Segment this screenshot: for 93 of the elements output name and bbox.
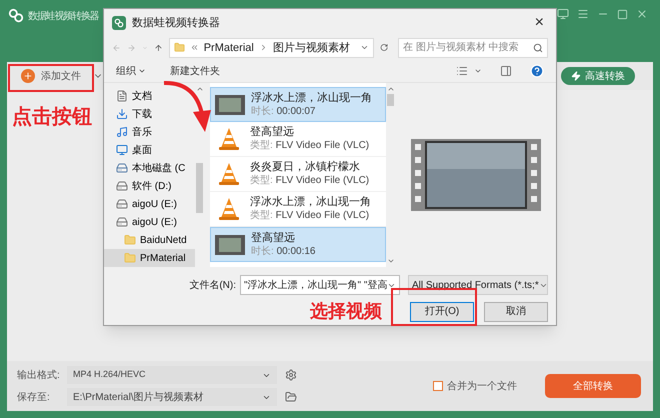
download-icon: [116, 108, 128, 120]
file-name: 炎炎夏日，冰镇柠檬水: [250, 160, 361, 174]
nav-label: aigoU (E:): [132, 198, 178, 212]
file-detail: 类型: FLV Video File (VLC): [250, 174, 370, 188]
nav-item[interactable]: 软件 (D:): [104, 177, 195, 195]
new-folder-button[interactable]: 新建文件夹: [170, 64, 220, 79]
drive-icon: [116, 216, 128, 228]
field-label: 输出格式:: [17, 368, 61, 382]
cancel-button[interactable]: 取消: [484, 302, 548, 322]
nav-item[interactable]: 本地磁盘 (C: [104, 159, 195, 177]
traffic-cone-icon: [218, 197, 240, 221]
annotation-text: 点击按钮: [12, 106, 92, 128]
lightning-icon: [571, 71, 581, 81]
file-name: 登高望远: [250, 125, 295, 139]
traffic-cone-icon: [218, 162, 240, 186]
search-icon[interactable]: [533, 42, 544, 53]
checkbox[interactable]: [433, 381, 443, 391]
nav-label: PrMaterial: [140, 252, 186, 266]
breadcrumb-item[interactable]: 图片与视频素材: [272, 40, 350, 56]
address-bar[interactable]: PrMaterial 图片与视频素材: [168, 38, 374, 58]
scrollbar-thumb[interactable]: [196, 163, 203, 213]
file-item[interactable]: 炎炎夏日，冰镇柠檬水 类型: FLV Video File (VLC): [210, 157, 386, 192]
file-name: 浮冰水上漂，冰山现一角: [251, 90, 372, 104]
logo-icon: [8, 8, 24, 24]
nav-item[interactable]: 音乐: [104, 123, 195, 141]
folder-icon: [124, 234, 136, 246]
nav-label: 音乐: [132, 126, 152, 140]
dialog-title: 数据蛙视频转换器: [132, 16, 220, 31]
refresh-icon[interactable]: [380, 42, 388, 54]
monitor-icon: [116, 144, 128, 156]
search-field[interactable]: 在 图片与视频素材 中搜索: [398, 38, 548, 58]
file-item[interactable]: 登高望远 时长: 00:00:16: [210, 227, 386, 262]
nav-item[interactable]: aigoU (E:): [104, 195, 195, 213]
preview-pane-icon[interactable]: [500, 65, 512, 78]
double-chevron-icon[interactable]: [190, 43, 199, 52]
close-icon[interactable]: [636, 8, 648, 20]
file-name: 浮冰水上漂，冰山现一角: [250, 195, 371, 209]
nav-label: 下载: [132, 108, 152, 122]
file-item[interactable]: 登高望远 类型: FLV Video File (VLC): [210, 122, 386, 157]
nav-label: BaiduNetd: [140, 234, 187, 248]
curved-arrow: [164, 81, 211, 132]
nav-item[interactable]: 桌面: [104, 141, 195, 159]
nav-item[interactable]: 下载: [104, 105, 195, 123]
save-path-dropdown[interactable]: E:\PrMaterial\图片与视频素材: [67, 388, 277, 406]
file-name-label: 文件名(N):: [189, 278, 236, 292]
scroll-up-icon[interactable]: [196, 85, 204, 93]
nav-label: 文档: [132, 90, 152, 104]
field-label: 保存至:: [17, 390, 51, 404]
nav-label: 桌面: [132, 144, 152, 158]
video-thumbnail-icon: [215, 234, 245, 254]
checkbox-label: 合并为一个文件: [447, 380, 517, 394]
fast-convert-button[interactable]: 高速转换: [561, 67, 635, 85]
music-note-icon: [116, 126, 128, 138]
nav-item[interactable]: aigoU (E:): [104, 213, 195, 231]
logo-icon: [112, 16, 126, 30]
nav-item[interactable]: 文档: [104, 87, 195, 105]
app-title: 数据蛙视频转换器: [28, 10, 98, 24]
nav-label: 软件 (D:): [132, 180, 172, 194]
breadcrumb-item[interactable]: PrMaterial: [204, 40, 254, 56]
file-detail: 类型: FLV Video File (VLC): [250, 209, 370, 223]
drive-icon: [116, 198, 128, 210]
scroll-up-icon[interactable]: [386, 85, 394, 93]
file-name: 登高望远: [251, 230, 296, 244]
video-thumbnail-icon: [215, 94, 245, 114]
menu-icon[interactable]: [577, 8, 589, 20]
file-detail: 时长: 00:00:16: [251, 244, 316, 258]
maximize-icon[interactable]: [617, 8, 628, 20]
document-icon: [116, 90, 128, 102]
scrollbar-thumb[interactable]: [387, 94, 394, 106]
file-item[interactable]: 浮冰水上漂，冰山现一角 时长: 00:00:07: [210, 87, 386, 122]
folder-icon: [124, 252, 136, 264]
file-detail: 类型: FLV Video File (VLC): [250, 139, 370, 153]
nav-item[interactable]: BaiduNetd: [104, 231, 195, 249]
close-button[interactable]: ×: [530, 11, 548, 36]
help-icon[interactable]: [530, 64, 544, 78]
traffic-cone-icon: [218, 127, 240, 151]
organize-menu[interactable]: 组织: [116, 64, 146, 79]
file-type-dropdown[interactable]: All Supported Formats (*.ts;*: [408, 275, 548, 295]
settings-icon[interactable]: [285, 369, 297, 381]
nav-item[interactable]: PrMaterial: [104, 249, 195, 267]
plus-icon: [21, 69, 35, 83]
nav-label: 本地磁盘 (C: [132, 162, 186, 176]
folder-icon[interactable]: [285, 391, 297, 403]
file-name-field[interactable]: "浮冰水上漂，冰山现一角" "登高: [240, 275, 400, 295]
file-detail: 时长: 00:00:07: [251, 104, 316, 118]
nav-label: aigoU (E:): [132, 216, 178, 230]
open-button[interactable]: 打开(O): [410, 302, 474, 322]
drive-icon: [116, 180, 128, 192]
screen-icon[interactable]: [557, 8, 569, 20]
folder-icon: [174, 42, 185, 54]
format-dropdown[interactable]: MP4 H.264/HEVC: [67, 366, 277, 384]
scroll-down-icon[interactable]: [386, 257, 394, 265]
annotation-text: 选择视频: [310, 300, 382, 323]
